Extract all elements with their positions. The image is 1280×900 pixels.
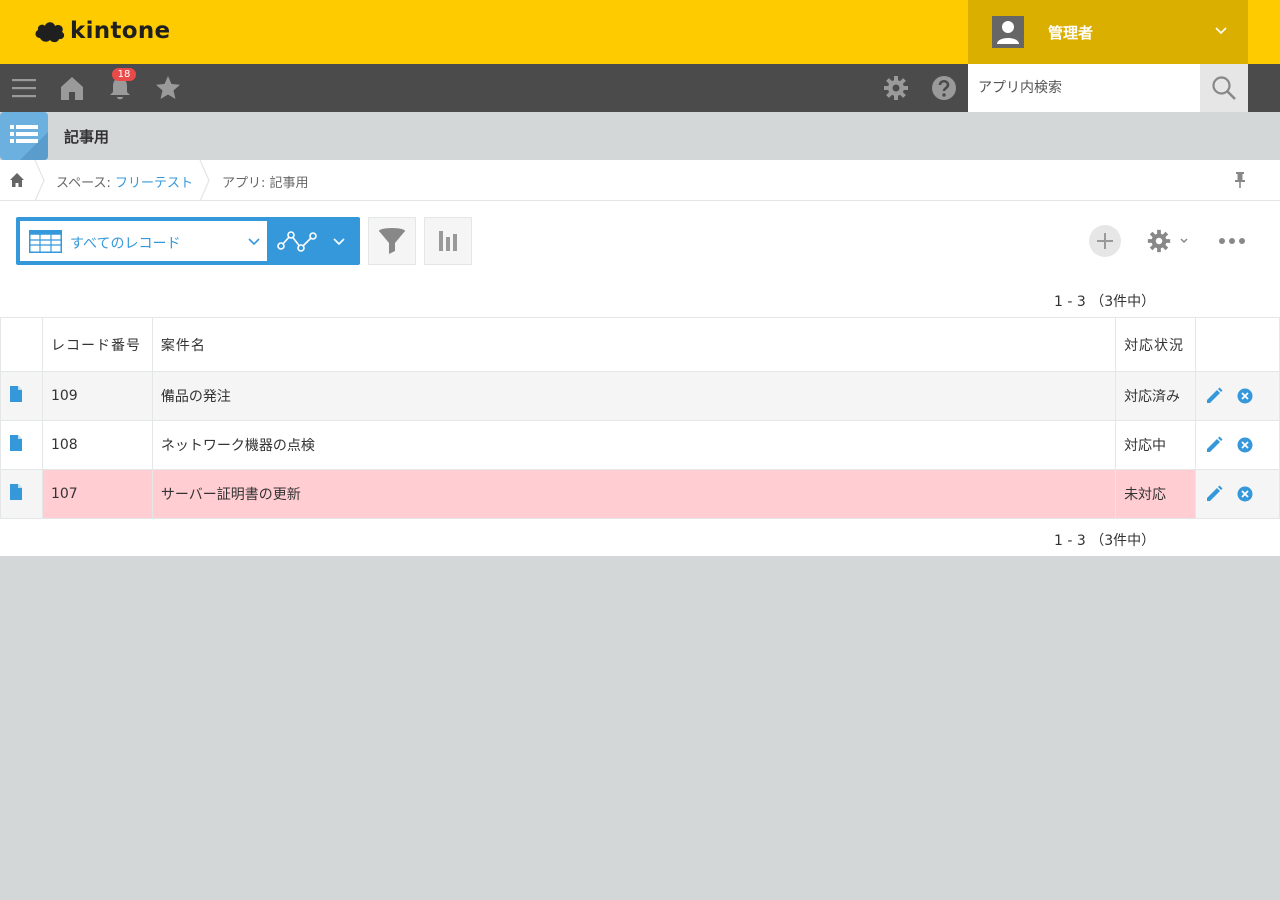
record-name: サーバー証明書の更新 bbox=[151, 469, 1117, 519]
notification-badge: 18 bbox=[112, 68, 136, 81]
record-number: 108 bbox=[41, 420, 153, 470]
avatar bbox=[992, 16, 1024, 48]
breadcrumb-space: スペース: フリーテスト bbox=[56, 172, 193, 191]
document-icon bbox=[10, 484, 22, 500]
view-dropdown[interactable]: すべてのレコード bbox=[20, 221, 267, 261]
breadcrumb-separator bbox=[199, 160, 210, 201]
table-row: 109 備品の発注 対応済み bbox=[0, 371, 1280, 421]
graph-report-button[interactable] bbox=[424, 217, 472, 265]
app-title-bar: 記事用 bbox=[0, 112, 1280, 160]
breadcrumb-space-prefix: スペース: bbox=[56, 176, 115, 191]
help-icon[interactable] bbox=[930, 74, 958, 102]
gear-icon[interactable] bbox=[882, 74, 910, 102]
graph-dropdown[interactable] bbox=[267, 217, 360, 265]
record-name: ネットワーク機器の点検 bbox=[151, 420, 1117, 470]
chevron-down-icon bbox=[333, 238, 345, 246]
record-status: 対応中 bbox=[1115, 420, 1197, 470]
column-header[interactable]: 対応状況 bbox=[1115, 317, 1197, 372]
app-title: 記事用 bbox=[64, 128, 110, 146]
breadcrumb-space-link[interactable]: フリーテスト bbox=[115, 176, 193, 191]
column-header[interactable]: 案件名 bbox=[151, 317, 1117, 372]
records-table: レコード番号 案件名 対応状況 109 備品の発注 対応済み 108 ネットワー… bbox=[0, 317, 1280, 519]
record-status: 未対応 bbox=[1115, 469, 1197, 519]
logo-text: kintone bbox=[70, 18, 171, 44]
plus-icon bbox=[1097, 233, 1113, 249]
table-header-row: レコード番号 案件名 対応状況 bbox=[0, 317, 1280, 372]
record-number: 109 bbox=[41, 371, 153, 421]
edit-pencil-icon[interactable] bbox=[1204, 484, 1224, 504]
document-icon bbox=[10, 386, 22, 402]
kintone-logo[interactable]: kintone bbox=[34, 18, 170, 44]
user-icon bbox=[997, 21, 1019, 44]
breadcrumb-separator bbox=[34, 160, 45, 201]
search-icon bbox=[1212, 76, 1236, 100]
pagination-top: 1 - 3 （3件中） bbox=[1054, 294, 1156, 310]
record-list-panel: すべてのレコード 1 - 3 （3件中） レコード番号 案件名 対応状況 109… bbox=[0, 201, 1280, 556]
breadcrumb-app: アプリ: 記事用 bbox=[222, 176, 309, 191]
column-header-blank bbox=[0, 317, 43, 372]
delete-circle-icon[interactable] bbox=[1237, 388, 1253, 404]
edit-pencil-icon[interactable] bbox=[1204, 435, 1224, 455]
search-button[interactable] bbox=[1200, 64, 1248, 112]
filter-icon bbox=[379, 228, 405, 254]
chevron-down-icon bbox=[1180, 238, 1188, 244]
edit-pencil-icon[interactable] bbox=[1204, 386, 1224, 406]
more-options-button[interactable] bbox=[1216, 231, 1248, 251]
home-icon[interactable] bbox=[58, 74, 86, 102]
table-view-icon bbox=[29, 230, 62, 253]
star-icon[interactable] bbox=[154, 74, 182, 102]
breadcrumb: スペース: フリーテスト アプリ: 記事用 bbox=[0, 160, 1280, 201]
view-selector: すべてのレコード bbox=[16, 217, 360, 265]
row-actions bbox=[1195, 469, 1280, 519]
menu-icon[interactable] bbox=[10, 74, 38, 102]
user-name: 管理者 bbox=[1048, 24, 1094, 42]
chevron-down-icon bbox=[248, 238, 260, 246]
view-label: すべてのレコード bbox=[70, 236, 181, 252]
table-row: 108 ネットワーク機器の点検 対応中 bbox=[0, 420, 1280, 470]
pin-icon[interactable] bbox=[1232, 171, 1248, 193]
gear-icon bbox=[1147, 229, 1171, 253]
column-header-blank bbox=[1195, 317, 1280, 372]
delete-circle-icon[interactable] bbox=[1237, 486, 1253, 502]
top-header: kintone 管理者 bbox=[0, 0, 1280, 64]
user-menu[interactable]: 管理者 bbox=[968, 0, 1248, 64]
chevron-down-icon bbox=[1215, 27, 1227, 35]
row-actions bbox=[1195, 420, 1280, 470]
document-icon bbox=[10, 435, 22, 451]
record-detail-link[interactable] bbox=[0, 420, 43, 470]
cloud-logo-icon bbox=[35, 22, 65, 43]
breadcrumb-home-icon[interactable] bbox=[9, 172, 25, 192]
add-record-button[interactable] bbox=[1089, 225, 1121, 257]
record-detail-link[interactable] bbox=[0, 371, 43, 421]
app-list-icon bbox=[0, 112, 48, 160]
record-number: 107 bbox=[41, 469, 153, 519]
row-actions bbox=[1195, 371, 1280, 421]
record-detail-link[interactable] bbox=[0, 469, 43, 519]
record-status: 対応済み bbox=[1115, 371, 1197, 421]
delete-circle-icon[interactable] bbox=[1237, 437, 1253, 453]
column-header[interactable]: レコード番号 bbox=[41, 317, 153, 372]
table-row: 107 サーバー証明書の更新 未対応 bbox=[0, 469, 1280, 519]
record-name: 備品の発注 bbox=[151, 371, 1117, 421]
bar-chart-icon bbox=[439, 231, 457, 251]
more-icon bbox=[1219, 238, 1245, 244]
app-search-input[interactable] bbox=[968, 64, 1200, 112]
line-graph-icon bbox=[277, 231, 317, 252]
pagination-bottom: 1 - 3 （3件中） bbox=[1054, 533, 1156, 549]
filter-button[interactable] bbox=[368, 217, 416, 265]
app-settings-button[interactable] bbox=[1144, 225, 1192, 257]
